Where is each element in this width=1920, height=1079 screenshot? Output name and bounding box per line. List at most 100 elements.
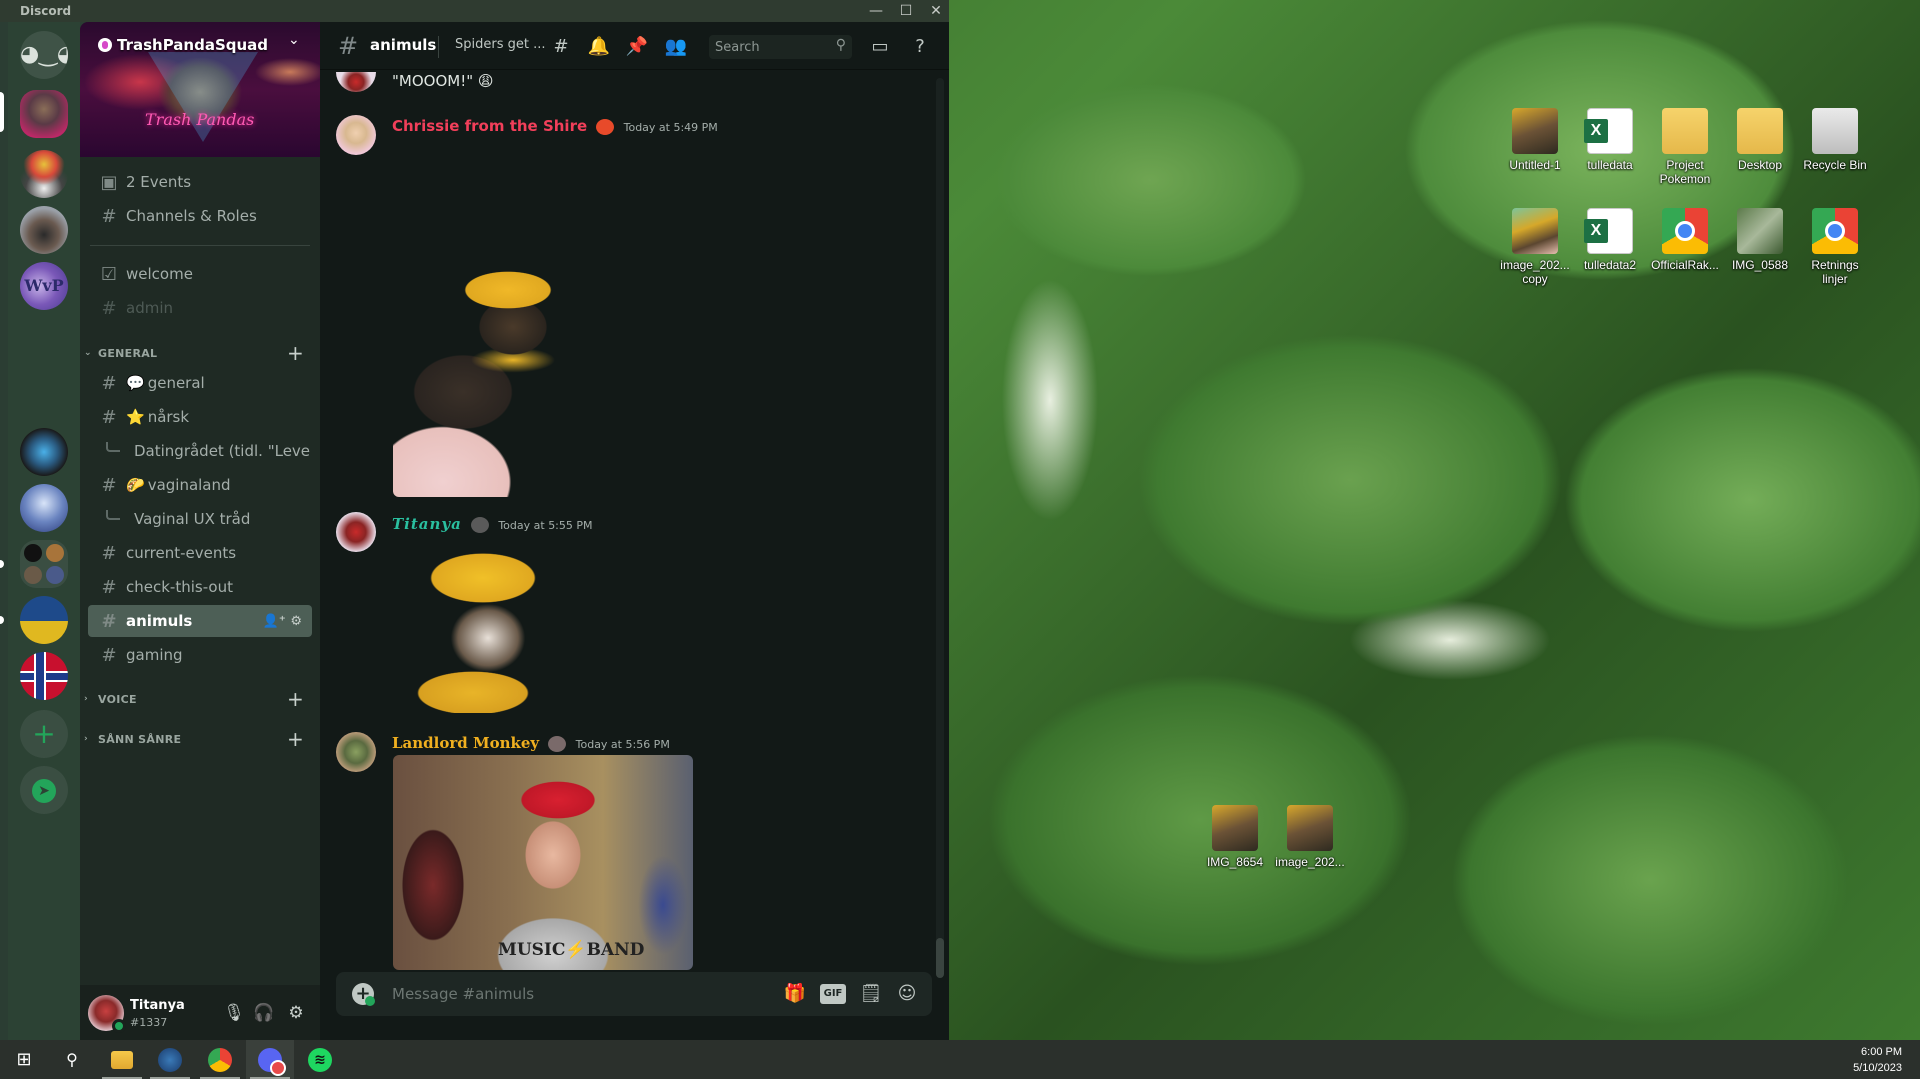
desktop-icon-image-copy[interactable]: image_202... copy (1497, 208, 1573, 286)
file-explorer-icon (111, 1050, 133, 1069)
channel-welcome[interactable]: ☑ welcome (88, 258, 312, 290)
server-folder[interactable] (20, 540, 68, 588)
desktop-icon-img-8654[interactable]: IMG_8654 (1197, 805, 1273, 869)
channel-general[interactable]: # 💬 general (88, 367, 312, 399)
desktop-icon-image-202[interactable]: image_202... (1272, 805, 1348, 869)
thread-datingradet[interactable]: Datingrådet (tidl. "Leve s... (88, 435, 312, 467)
start-button[interactable]: ⊞ (0, 1040, 48, 1079)
server-wolf[interactable] (20, 484, 68, 532)
channel-topic[interactable]: Spiders get ... (455, 37, 546, 52)
message-header: Landlord Monkey Today at 5:56 PM (392, 734, 670, 752)
taskbar-steam[interactable] (146, 1040, 194, 1079)
create-channel-button[interactable]: + (287, 727, 304, 751)
inbox-icon[interactable]: ▭ (867, 34, 893, 60)
channel-gaming[interactable]: # gaming (88, 639, 312, 671)
sticker-icon[interactable]: 🗒 (858, 982, 884, 1006)
channel-admin[interactable]: # admin (88, 292, 312, 324)
add-server-button[interactable]: + (20, 710, 68, 758)
desktop-icon-desktop[interactable]: Desktop (1722, 108, 1798, 172)
home-button[interactable]: ◕‿◕ (20, 31, 68, 79)
chevron-down-icon[interactable]: ⌄ (288, 32, 300, 48)
image-attachment-dog-closeup[interactable] (393, 538, 563, 713)
server-raccoon[interactable] (20, 206, 68, 254)
channel-current-events[interactable]: # current-events (88, 537, 312, 569)
taskbar-spotify[interactable]: ≋ (296, 1040, 344, 1079)
headphones-icon[interactable]: 🎧 (250, 999, 278, 1027)
microphone-icon[interactable]: 🎙 (220, 999, 248, 1027)
desktop-icon-img-0588[interactable]: IMG_0588 (1722, 208, 1798, 272)
create-channel-button[interactable]: + (287, 687, 304, 711)
category-label: GENERAL (98, 346, 158, 360)
server-wvp[interactable]: WvP (20, 262, 68, 310)
thread-vaginal-ux[interactable]: Vaginal UX tråd (88, 503, 312, 535)
bell-icon[interactable]: 🔔 (586, 34, 612, 60)
channel-animuls[interactable]: # animuls 👤⁺ ⚙ (88, 605, 312, 637)
create-channel-button[interactable]: + (287, 341, 304, 365)
channel-label: vaginaland (147, 476, 231, 494)
upload-plus-icon[interactable]: + (352, 983, 375, 1006)
server-house-flipper[interactable] (20, 596, 68, 644)
title-bar[interactable]: Discord — ☐ ✕ (0, 0, 949, 22)
message-avatar[interactable] (336, 72, 376, 92)
invite-user-icon[interactable]: 👤⁺ (263, 614, 286, 629)
search-input[interactable] (715, 38, 825, 56)
category-voice[interactable]: › VOICE + (84, 687, 312, 711)
desktop-icon-tulledata2[interactable]: tulledata2 (1572, 208, 1648, 272)
help-icon[interactable]: ? (907, 34, 933, 60)
gear-icon[interactable]: ⚙ (290, 614, 302, 629)
minimize-button[interactable]: — (862, 0, 890, 22)
server-trashpandasquad[interactable] (20, 90, 68, 138)
chat-scrollbar[interactable] (936, 78, 944, 978)
taskbar-discord[interactable] (246, 1040, 294, 1079)
user-settings-icon[interactable]: ⚙ (282, 999, 310, 1027)
thread-connector-icon (106, 510, 120, 520)
gif-button[interactable]: GIF (820, 984, 846, 1004)
emoji-icon[interactable]: ☺ (894, 982, 920, 1006)
system-clock[interactable]: 6:00 PM 5/10/2023 (1853, 1044, 1902, 1076)
pin-icon[interactable]: 📌 (624, 34, 650, 60)
message-author[interactable]: Titanya (392, 515, 462, 533)
category-sann-sanre[interactable]: › SÅNN SÅNRE + (84, 727, 312, 751)
taskbar-file-explorer[interactable] (98, 1040, 146, 1079)
desktop-icon-recycle-bin[interactable]: Recycle Bin (1797, 108, 1873, 172)
server-banner[interactable]: Trash Pandas TrashPandaSquad ⌄ (80, 22, 320, 157)
server-name-header[interactable]: TrashPandaSquad (98, 36, 268, 54)
channel-check-this-out[interactable]: # check-this-out (88, 571, 312, 603)
image-attachment-dog-on-knee[interactable] (393, 252, 563, 497)
threads-icon[interactable]: # (548, 34, 574, 60)
members-icon[interactable]: 👥 (663, 34, 689, 60)
explore-servers-button[interactable]: ➤ (20, 766, 68, 814)
image-attachment-skateboard-man[interactable]: MUSIC⚡BAND (393, 755, 693, 970)
desktop-icon-project-pokemon[interactable]: Project Pokemon (1647, 108, 1723, 186)
gift-icon[interactable]: 🎁 (782, 982, 808, 1006)
folder-server-soldier (24, 566, 42, 584)
channel-label: welcome (126, 265, 193, 283)
message-avatar[interactable] (336, 512, 376, 552)
star-emoji: ⭐ (126, 408, 145, 426)
maximize-button[interactable]: ☐ (892, 0, 920, 22)
channels-roles-item[interactable]: # Channels & Roles (88, 200, 312, 232)
close-button[interactable]: ✕ (922, 0, 950, 22)
events-item[interactable]: ▣ 2 Events (88, 166, 312, 198)
taskbar-chrome[interactable] (196, 1040, 244, 1079)
message-avatar[interactable] (336, 732, 376, 772)
category-general[interactable]: ⌄ GENERAL + (84, 341, 312, 365)
message-author[interactable]: Landlord Monkey (392, 734, 539, 752)
server-flower-skeleton[interactable] (20, 150, 68, 198)
scrollbar-thumb[interactable] (936, 938, 944, 978)
server-hearthstone[interactable] (20, 428, 68, 476)
app-title: Discord (20, 4, 72, 18)
server-norway[interactable] (20, 652, 68, 700)
desktop-icon-untitled-1[interactable]: Untitled-1 (1497, 108, 1573, 172)
message-input[interactable] (392, 984, 752, 1004)
search-button[interactable]: ⚲ (48, 1040, 96, 1079)
hash-icon: # (101, 644, 117, 666)
desktop-icon-tulledata[interactable]: tulledata (1572, 108, 1648, 172)
message-avatar[interactable] (336, 115, 376, 155)
desktop-icon-officialrak[interactable]: OfficialRak... (1647, 208, 1723, 272)
desktop-icon-retningslinjer[interactable]: Retnings linjer (1797, 208, 1873, 286)
search-bar[interactable]: ⚲ (709, 35, 852, 59)
message-author[interactable]: Chrissie from the Shire (392, 117, 587, 135)
channel-narsk[interactable]: # ⭐ nårsk (88, 401, 312, 433)
channel-vaginaland[interactable]: # 🌮 vaginaland (88, 469, 312, 501)
